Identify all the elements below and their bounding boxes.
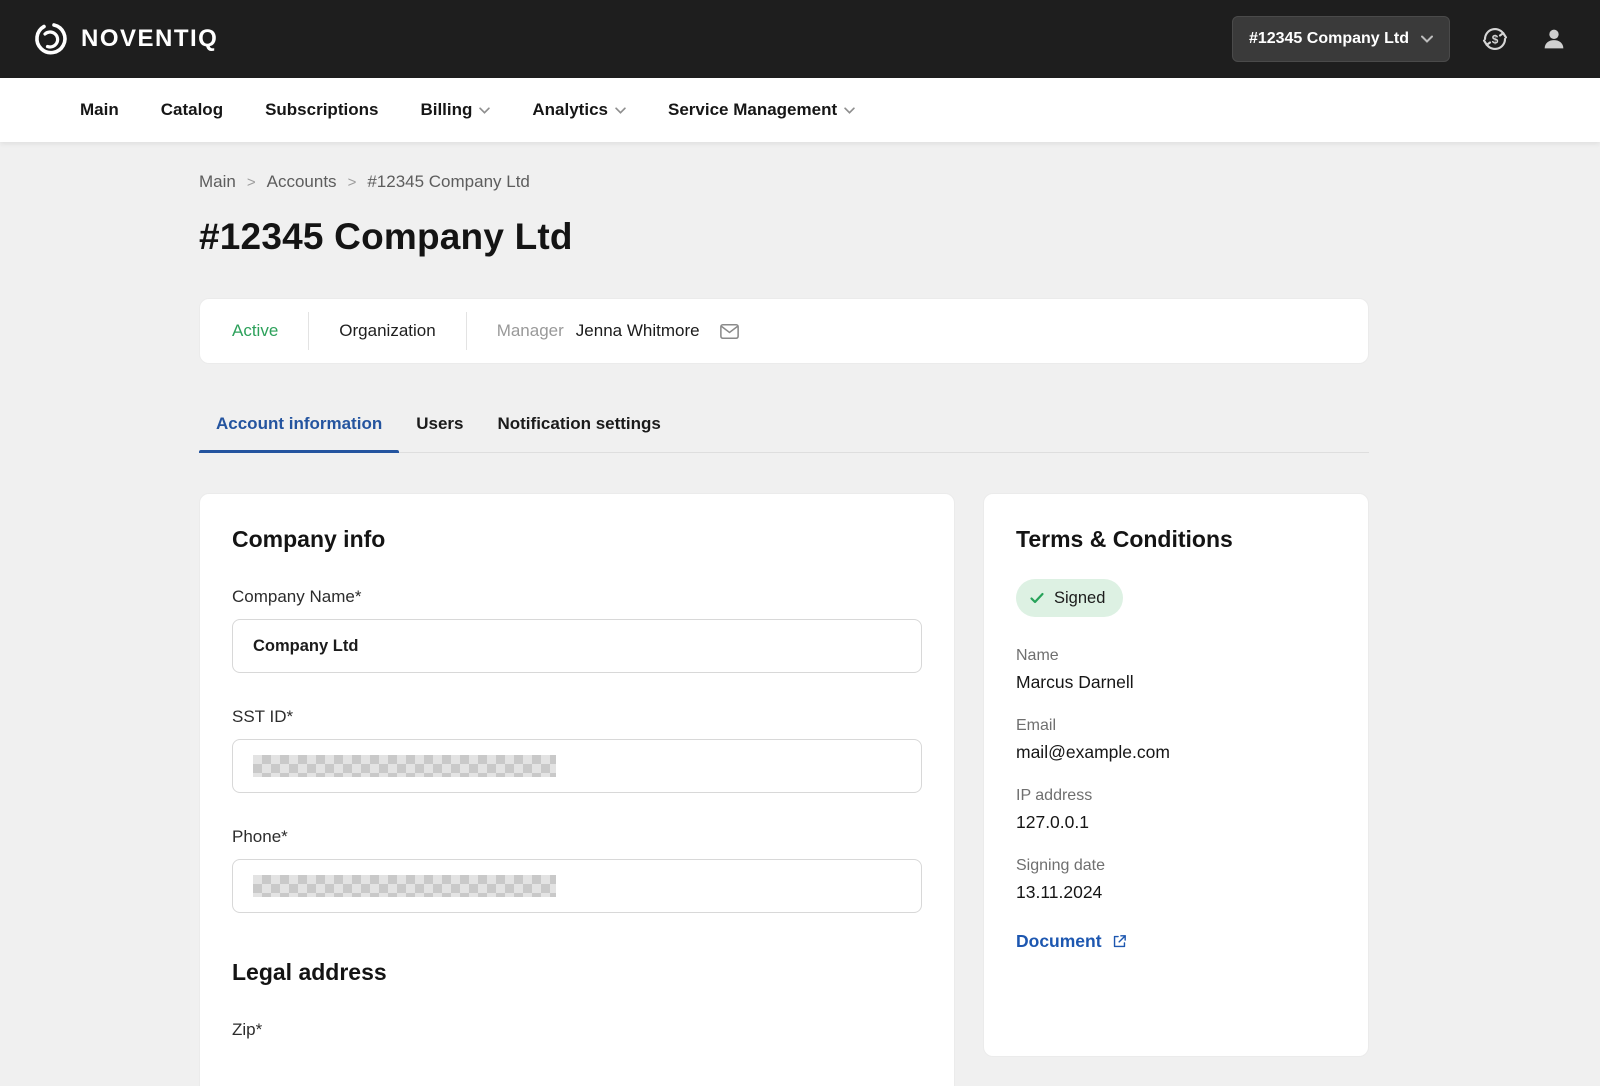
nav-item-service-management[interactable]: Service Management xyxy=(668,100,855,120)
terms-field-label: Signing date xyxy=(1016,857,1336,875)
terms-field-label: Name xyxy=(1016,647,1336,665)
terms-field-value: mail@example.com xyxy=(1016,742,1336,763)
phone-input[interactable] xyxy=(232,859,922,913)
redacted-value xyxy=(253,875,556,897)
svg-text:$: $ xyxy=(1492,32,1499,46)
nav-item-label: Subscriptions xyxy=(265,100,378,120)
breadcrumb-item-accounts[interactable]: Accounts xyxy=(267,172,337,192)
breadcrumb-item-current: #12345 Company Ltd xyxy=(367,172,530,192)
breadcrumb: Main > Accounts > #12345 Company Ltd xyxy=(199,172,1369,192)
document-link-label: Document xyxy=(1016,931,1102,952)
terms-field-label: IP address xyxy=(1016,787,1336,805)
content-area: Main > Accounts > #12345 Company Ltd #12… xyxy=(199,172,1369,1086)
chevron-down-icon xyxy=(1421,35,1433,43)
divider xyxy=(308,312,309,350)
top-header: NOVENTIQ #12345 Company Ltd $ xyxy=(0,0,1600,78)
tab-label: Users xyxy=(416,414,463,434)
tab-users[interactable]: Users xyxy=(399,396,480,452)
nav-item-label: Catalog xyxy=(161,100,223,120)
chevron-down-icon xyxy=(479,107,490,114)
user-icon[interactable] xyxy=(1540,25,1568,53)
nav-item-main[interactable]: Main xyxy=(80,100,119,120)
tab-account-information[interactable]: Account information xyxy=(199,396,399,452)
header-right: #12345 Company Ltd $ xyxy=(1232,16,1568,62)
tab-label: Account information xyxy=(216,414,382,434)
sst-id-input[interactable] xyxy=(232,739,922,793)
nav-item-label: Service Management xyxy=(668,100,837,120)
document-link[interactable]: Document xyxy=(1016,931,1128,952)
breadcrumb-separator: > xyxy=(348,174,357,191)
account-type: Organization xyxy=(339,321,435,341)
status-badge: Active xyxy=(232,321,278,341)
external-link-icon xyxy=(1111,933,1128,950)
tabs: Account information Users Notification s… xyxy=(199,396,1369,453)
cards-row: Company info Company Name* Company Ltd S… xyxy=(199,493,1369,1086)
breadcrumb-separator: > xyxy=(247,174,256,191)
terms-field-value: 13.11.2024 xyxy=(1016,882,1336,903)
account-selector[interactable]: #12345 Company Ltd xyxy=(1232,16,1450,62)
account-selector-label: #12345 Company Ltd xyxy=(1249,30,1409,48)
manager-info: Manager Jenna Whitmore xyxy=(497,320,741,343)
terms-title: Terms & Conditions xyxy=(1016,526,1336,553)
terms-field-label: Email xyxy=(1016,717,1336,735)
signed-badge: Signed xyxy=(1016,579,1123,617)
chevron-down-icon xyxy=(844,107,855,114)
account-summary-card: Active Organization Manager Jenna Whitmo… xyxy=(199,298,1369,364)
manager-name: Jenna Whitmore xyxy=(576,321,700,341)
mail-icon[interactable] xyxy=(718,320,741,343)
manager-label: Manager xyxy=(497,321,564,341)
noventiq-logo-icon xyxy=(32,20,70,58)
check-icon xyxy=(1029,590,1045,606)
brand-logo: NOVENTIQ xyxy=(32,20,218,58)
nav-item-label: Billing xyxy=(420,100,472,120)
divider xyxy=(466,312,467,350)
company-info-title: Company info xyxy=(232,526,922,553)
nav-item-billing[interactable]: Billing xyxy=(420,100,490,120)
sst-id-label: SST ID* xyxy=(232,707,922,727)
nav-item-subscriptions[interactable]: Subscriptions xyxy=(265,100,378,120)
nav-item-label: Analytics xyxy=(532,100,608,120)
chevron-down-icon xyxy=(615,107,626,114)
terms-card: Terms & Conditions Signed Name Marcus Da… xyxy=(983,493,1369,1057)
tab-label: Notification settings xyxy=(497,414,660,434)
tab-notification-settings[interactable]: Notification settings xyxy=(480,396,677,452)
nav-item-label: Main xyxy=(80,100,119,120)
breadcrumb-item-main[interactable]: Main xyxy=(199,172,236,192)
brand-name: NOVENTIQ xyxy=(81,25,218,53)
terms-field-value: Marcus Darnell xyxy=(1016,672,1336,693)
currency-exchange-icon[interactable]: $ xyxy=(1480,24,1510,54)
company-name-value: Company Ltd xyxy=(253,637,358,656)
redacted-value xyxy=(253,755,556,777)
legal-address-title: Legal address xyxy=(232,959,922,986)
page-title: #12345 Company Ltd xyxy=(199,216,1369,258)
terms-field-value: 127.0.0.1 xyxy=(1016,812,1336,833)
signed-badge-label: Signed xyxy=(1054,589,1105,608)
nav-item-analytics[interactable]: Analytics xyxy=(532,100,626,120)
company-info-card: Company info Company Name* Company Ltd S… xyxy=(199,493,955,1086)
company-name-input[interactable]: Company Ltd xyxy=(232,619,922,673)
zip-label: Zip* xyxy=(232,1020,922,1040)
company-name-label: Company Name* xyxy=(232,587,922,607)
nav-item-catalog[interactable]: Catalog xyxy=(161,100,223,120)
phone-label: Phone* xyxy=(232,827,922,847)
main-nav: Main Catalog Subscriptions Billing Analy… xyxy=(0,78,1600,142)
